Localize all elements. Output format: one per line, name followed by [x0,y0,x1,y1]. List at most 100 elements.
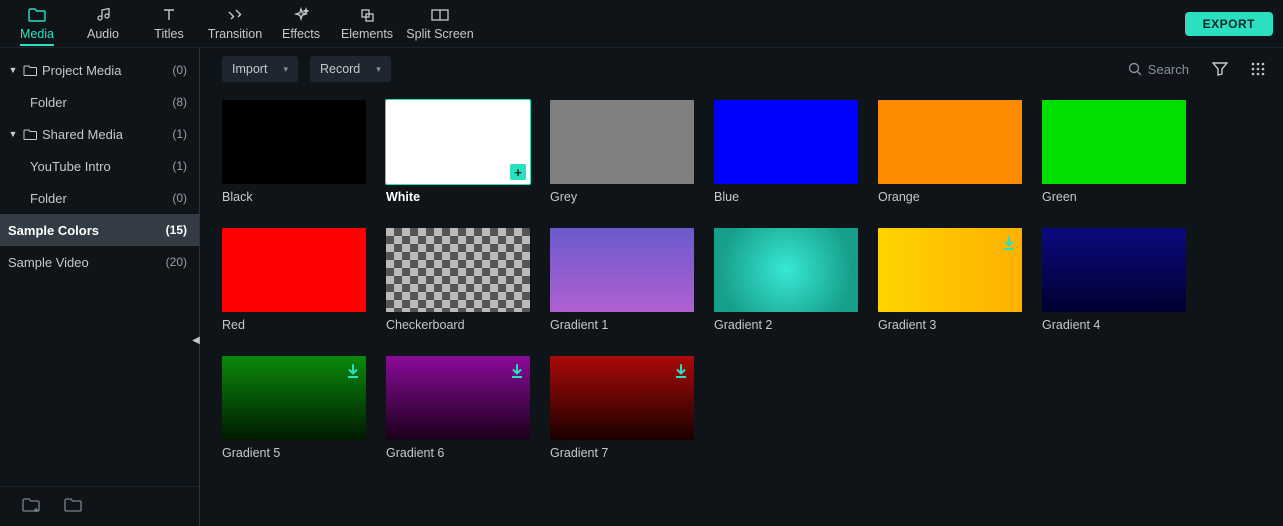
tab-label: Split Screen [406,27,473,41]
split-screen-icon [431,6,449,24]
swatch-thumbnail[interactable] [550,228,694,312]
tab-transition[interactable]: Transition [202,0,268,48]
sidebar-tree: ▼ Project Media (0) Folder (8) ▼ Shared … [0,48,199,486]
color-swatch[interactable]: Black [222,100,366,204]
swatch-label: Blue [714,190,858,204]
tab-elements[interactable]: Elements [334,0,400,48]
tab-label: Audio [87,27,119,41]
swatch-thumbnail[interactable] [550,356,694,440]
swatch-label: Gradient 2 [714,318,858,332]
tab-media[interactable]: Media [4,0,70,48]
sidebar-item-youtube-intro[interactable]: YouTube Intro (1) [0,150,199,182]
disclosure-triangle-icon[interactable]: ▼ [8,129,18,139]
sidebar-item-count: (1) [172,127,187,141]
swatch-label: Gradient 7 [550,446,694,460]
download-icon[interactable] [510,364,524,380]
swatch-label: Gradient 5 [222,446,366,460]
swatch-thumbnail[interactable] [878,228,1022,312]
swatch-label: Gradient 1 [550,318,694,332]
text-icon [160,6,178,24]
filter-icon[interactable] [1207,56,1233,82]
color-swatch[interactable]: Gradient 1 [550,228,694,332]
content-panel: Import ▾ Record ▾ Search Black +White Grey… [200,48,1283,526]
sidebar-item-project-media[interactable]: ▼ Project Media (0) [0,54,199,86]
grid-view-icon[interactable] [1245,56,1271,82]
record-dropdown[interactable]: Record ▾ [310,56,391,82]
color-swatch[interactable]: Green [1042,100,1186,204]
folder-icon[interactable] [64,498,82,516]
swatch-grid: Black +White Grey Blue Orange Green Red Checker… [200,90,1283,526]
tab-split-screen[interactable]: Split Screen [400,0,480,48]
swatch-thumbnail[interactable] [386,228,530,312]
color-swatch[interactable]: Checkerboard [386,228,530,332]
sidebar-item-folder[interactable]: Folder (8) [0,86,199,118]
color-swatch[interactable]: Gradient 6 [386,356,530,460]
sparkle-icon [292,6,310,24]
swatch-thumbnail[interactable] [878,100,1022,184]
tab-label: Effects [282,27,320,41]
search-input[interactable]: Search [1122,60,1195,79]
sidebar: ▼ Project Media (0) Folder (8) ▼ Shared … [0,48,200,526]
sidebar-item-label: Folder [30,191,168,206]
sidebar-item-label: YouTube Intro [30,159,168,174]
color-swatch[interactable]: Gradient 4 [1042,228,1186,332]
music-note-icon [94,6,112,24]
tab-label: Transition [208,27,262,41]
top-navigation: Media Audio Titles Transition Effects El… [0,0,1283,48]
swatch-label: Checkerboard [386,318,530,332]
swatch-thumbnail[interactable] [1042,100,1186,184]
sidebar-item-folder-2[interactable]: Folder (0) [0,182,199,214]
color-swatch[interactable]: Gradient 2 [714,228,858,332]
swatch-thumbnail[interactable] [386,356,530,440]
swatch-label: Red [222,318,366,332]
color-swatch[interactable]: Blue [714,100,858,204]
swatch-thumbnail[interactable] [714,100,858,184]
swatch-label: Black [222,190,366,204]
tab-effects[interactable]: Effects [268,0,334,48]
sidebar-item-count: (15) [166,223,187,237]
color-swatch[interactable]: Orange [878,100,1022,204]
search-placeholder: Search [1148,62,1189,77]
sidebar-item-count: (0) [172,63,187,77]
collapse-sidebar-icon[interactable]: ◀ [191,330,201,350]
import-dropdown[interactable]: Import ▾ [222,56,298,82]
swatch-label: Grey [550,190,694,204]
swatch-thumbnail[interactable] [550,100,694,184]
folder-icon [22,65,38,76]
add-icon[interactable]: + [510,164,526,180]
tab-audio[interactable]: Audio [70,0,136,48]
swatch-label: Orange [878,190,1022,204]
transition-icon [226,6,244,24]
new-folder-icon[interactable] [22,498,40,516]
color-swatch[interactable]: +White [386,100,530,204]
swatch-thumbnail[interactable] [222,100,366,184]
swatch-thumbnail[interactable] [714,228,858,312]
chevron-down-icon: ▾ [283,64,288,75]
color-swatch[interactable]: Grey [550,100,694,204]
tab-label: Elements [341,27,393,41]
swatch-thumbnail[interactable] [1042,228,1186,312]
tab-titles[interactable]: Titles [136,0,202,48]
folder-icon [28,6,46,24]
swatch-thumbnail[interactable] [222,228,366,312]
color-swatch[interactable]: Gradient 7 [550,356,694,460]
download-icon[interactable] [674,364,688,380]
export-button[interactable]: EXPORT [1185,12,1273,36]
sidebar-item-label: Shared Media [42,127,168,142]
folder-icon [22,129,38,140]
swatch-thumbnail[interactable] [222,356,366,440]
disclosure-triangle-icon[interactable]: ▼ [8,65,18,75]
swatch-label: Gradient 3 [878,318,1022,332]
sidebar-item-sample-video[interactable]: Sample Video (20) [0,246,199,278]
sidebar-item-sample-colors[interactable]: Sample Colors (15) [0,214,199,246]
swatch-label: Green [1042,190,1186,204]
color-swatch[interactable]: Gradient 5 [222,356,366,460]
download-icon[interactable] [1002,236,1016,252]
swatch-thumbnail[interactable]: + [386,100,530,184]
sidebar-footer [0,486,199,526]
sidebar-item-count: (0) [172,191,187,205]
download-icon[interactable] [346,364,360,380]
sidebar-item-shared-media[interactable]: ▼ Shared Media (1) [0,118,199,150]
color-swatch[interactable]: Gradient 3 [878,228,1022,332]
color-swatch[interactable]: Red [222,228,366,332]
